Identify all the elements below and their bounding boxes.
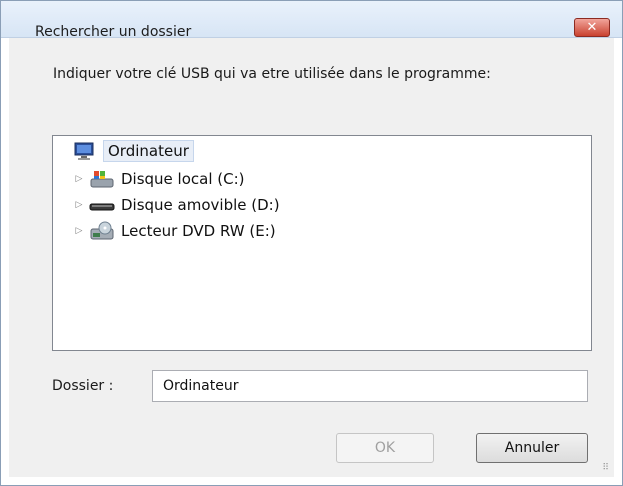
tree-item-dvd-drive[interactable]: ▷ Lecteur DVD RW (E:): [73, 220, 276, 242]
close-icon: ✕: [586, 20, 598, 35]
title-bar[interactable]: Rechercher un dossier ✕: [1, 1, 622, 40]
instruction-text: Indiquer votre clé USB qui va etre utili…: [53, 66, 491, 82]
removable-drive-icon: [89, 195, 115, 215]
folder-row: Dossier :: [52, 370, 592, 404]
tree-item-label: Lecteur DVD RW (E:): [121, 222, 276, 240]
dvd-drive-icon: [89, 221, 115, 241]
expand-arrow-icon[interactable]: ▷: [73, 200, 85, 210]
resize-grip-icon[interactable]: ⠿: [602, 464, 610, 473]
ok-button[interactable]: OK: [336, 433, 434, 463]
expand-arrow-icon[interactable]: ▷: [73, 174, 85, 184]
tree-item-computer[interactable]: Ordinateur: [71, 140, 194, 162]
folder-browse-dialog: Rechercher un dossier ✕ Indiquer votre c…: [0, 0, 623, 486]
tree-item-label: Disque local (C:): [121, 170, 245, 188]
close-button[interactable]: ✕: [574, 18, 610, 37]
folder-input[interactable]: [152, 370, 588, 402]
computer-icon: [71, 141, 97, 161]
cancel-button[interactable]: Annuler: [476, 433, 588, 463]
folder-tree[interactable]: Ordinateur ▷ Disque local (C:) ▷ Disque …: [52, 135, 592, 351]
expand-arrow-icon[interactable]: ▷: [73, 226, 85, 236]
folder-label: Dossier :: [52, 378, 114, 394]
tree-item-local-disk[interactable]: ▷ Disque local (C:): [73, 168, 245, 190]
tree-item-label: Ordinateur: [103, 140, 194, 162]
hard-drive-icon: [89, 169, 115, 189]
tree-item-removable-disk[interactable]: ▷ Disque amovible (D:): [73, 194, 280, 216]
tree-item-label: Disque amovible (D:): [121, 196, 280, 214]
dialog-body: Indiquer votre clé USB qui va etre utili…: [9, 38, 614, 477]
